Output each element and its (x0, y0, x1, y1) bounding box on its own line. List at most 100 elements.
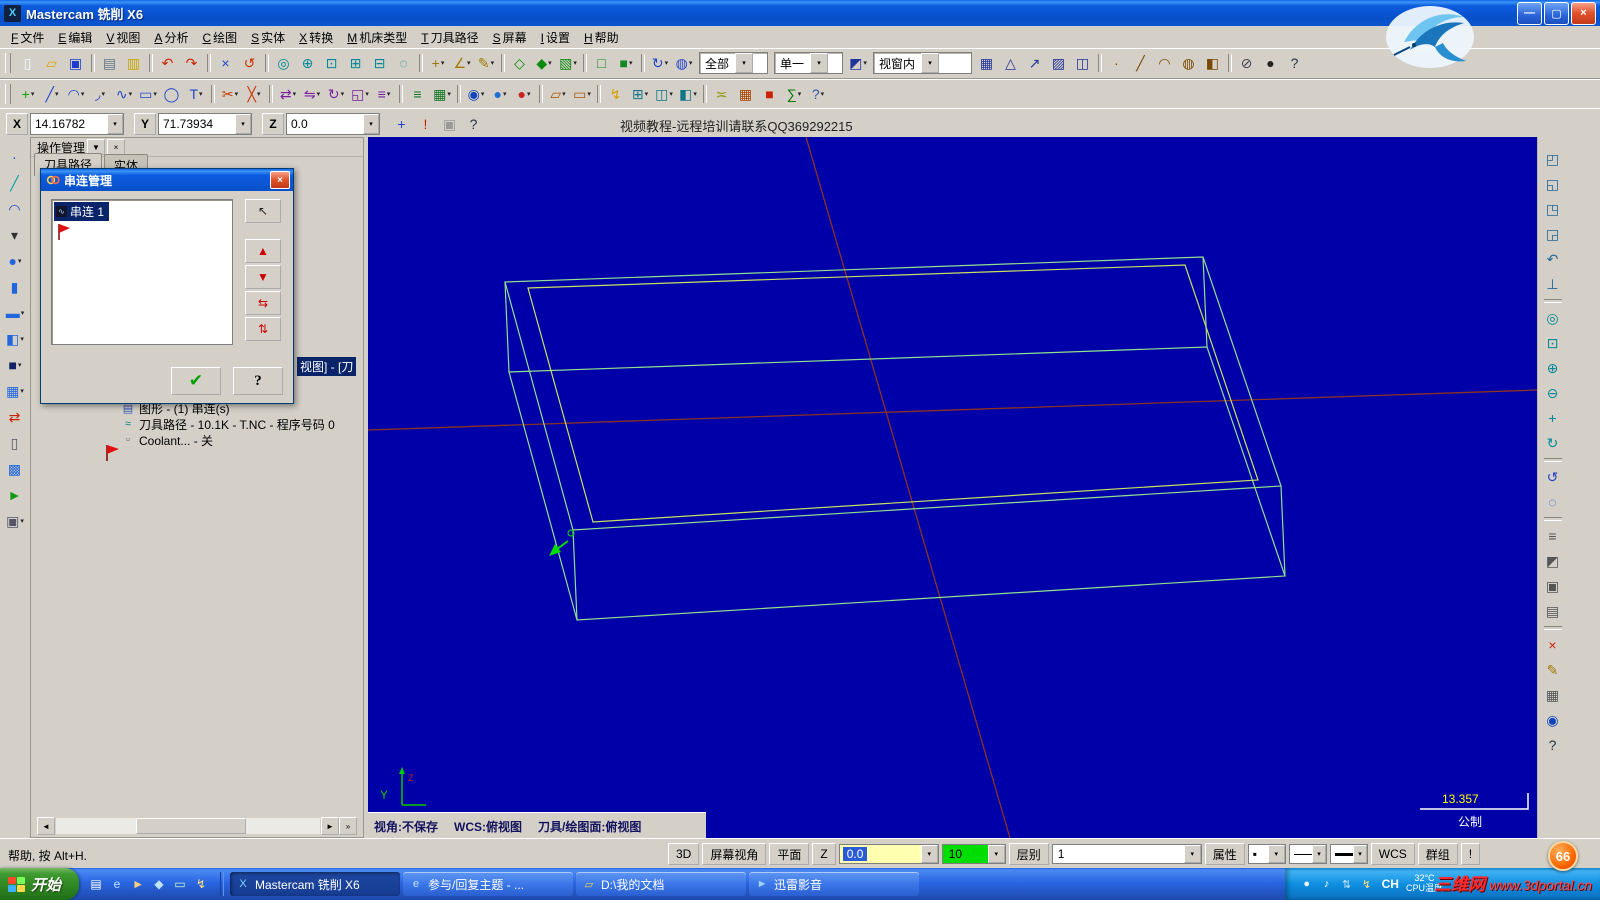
menu-machine-type[interactable]: M 机床类型 (340, 27, 414, 48)
chain-rechain-button[interactable]: ⇅ (245, 317, 281, 341)
chevron-down-icon[interactable]: ▾ (735, 53, 754, 73)
selection-window-combo[interactable]: 视窗内 ▾ (873, 52, 972, 74)
fastpoint-button[interactable]: + (390, 112, 414, 136)
repaint-button[interactable]: ↻ ▾ (648, 51, 672, 75)
point-style-combo[interactable]: ▪ ▾ (1247, 844, 1286, 864)
line-width-combo[interactable]: ▾ (1329, 844, 1368, 864)
plane-front-button[interactable]: ▭ ▾ (570, 82, 594, 106)
chevron-down-icon[interactable]: ▾ (363, 113, 379, 134)
selected-tree-item-partial[interactable]: 视图] - [刀 (297, 357, 357, 376)
chevron-down-icon[interactable]: ▾ (987, 845, 1005, 863)
unzoom-80-button[interactable]: ◌ (392, 51, 416, 75)
tray-qq-icon[interactable]: ● (1299, 876, 1315, 892)
chevron-down-icon[interactable]: ▾ (1267, 845, 1285, 863)
create-line-button[interactable]: ╱ ▾ (40, 82, 64, 106)
scroll-thumb[interactable] (136, 818, 246, 834)
level-field[interactable]: 1 ▾ (1051, 844, 1202, 864)
zoom-out-side-button[interactable]: ⊖ (1541, 381, 1565, 405)
xform-scale-button[interactable]: ◱ ▾ (348, 82, 372, 106)
analyze-side-button[interactable]: ✎ (1541, 658, 1565, 682)
menu-help[interactable]: H 帮助 (577, 27, 626, 48)
gview-previous-button[interactable]: ↶ (1541, 247, 1565, 271)
viewsheets-side-button[interactable]: ▤ (1541, 599, 1565, 623)
expand-tools-button[interactable]: ▾ (3, 223, 27, 247)
chevron-down-icon[interactable]: ▾ (920, 845, 938, 863)
blank-entities-button[interactable]: ◍ ▾ (672, 51, 696, 75)
selection-mask-all-combo[interactable]: 全部 ▾ (699, 52, 768, 74)
start-button[interactable]: 开始 (0, 868, 80, 900)
fly-through-button[interactable]: ► (3, 483, 27, 507)
groups-button[interactable]: 群组 (1417, 843, 1458, 865)
analyze-properties-button[interactable]: ✎ ▾ (474, 51, 498, 75)
gview-normal-button[interactable]: ⊥ (1541, 272, 1565, 296)
select-polygon-button[interactable]: △ (999, 51, 1023, 75)
menu-file[interactable]: F 文件 (4, 27, 51, 48)
wcs-menu-button[interactable]: ⊞ ▾ (628, 82, 652, 106)
menu-analyze[interactable]: A 分析 (147, 27, 195, 48)
surface-plate-button[interactable]: ▬ ▾ (3, 301, 27, 325)
y-coordinate-button[interactable]: Y (134, 112, 156, 135)
undo-button[interactable]: ↶ (156, 51, 180, 75)
chevron-down-icon[interactable]: ▾ (107, 113, 123, 134)
analyze-distance-button[interactable]: ∠ ▾ (450, 51, 474, 75)
level-button[interactable]: 层别 (1008, 843, 1049, 865)
zoom-window-side-button[interactable]: ◎ (1541, 306, 1565, 330)
quicklaunch-media-player[interactable]: ► (129, 875, 147, 893)
create-rectangle-button[interactable]: ▭ ▾ (136, 82, 160, 106)
panel-expand-button[interactable]: » (339, 817, 357, 835)
insert-arrow-marker[interactable] (103, 444, 121, 462)
undelete-button[interactable]: ↺ (238, 51, 262, 75)
chevron-down-icon[interactable]: ▾ (921, 53, 940, 73)
task-my-documents[interactable]: ▱ D:\我的文档 (576, 872, 747, 896)
trim-button[interactable]: ✂ ▾ (218, 82, 242, 106)
scroll-right-button[interactable]: ► (321, 817, 339, 835)
create-ellipse-button[interactable]: ◯ (160, 82, 184, 106)
chain-reverse-button[interactable]: ⇆ (245, 291, 281, 315)
z-coordinate-field[interactable]: 0.0 ▾ (286, 112, 380, 135)
alert-button[interactable]: ! (1460, 843, 1481, 865)
ruler-button[interactable]: ≍ (710, 82, 734, 106)
swap-views-button[interactable]: ⇄ (3, 405, 27, 429)
groups-side-button[interactable]: ▣ (1541, 574, 1565, 598)
task-thunder-player[interactable]: ► 迅雷影音 (749, 872, 920, 896)
line-style-combo[interactable]: ▾ (1288, 844, 1327, 864)
analyze-dynamic-button[interactable]: ↯ (604, 82, 628, 106)
solid-extrude-button[interactable]: ◧ ▾ (3, 327, 27, 351)
solid-primitive-button[interactable]: ■ ▾ (3, 353, 27, 377)
gview-side-button[interactable]: ◳ (1541, 197, 1565, 221)
select-area-button[interactable]: ▨ (1047, 51, 1071, 75)
rotate-side-button[interactable]: ↻ (1541, 431, 1565, 455)
zoom-window-button[interactable]: ◎ (272, 51, 296, 75)
open-file-button[interactable]: ▱ (40, 51, 64, 75)
z-depth-field[interactable]: 0.0 ▾ (838, 844, 939, 864)
document-small-button[interactable]: ▯ (3, 431, 27, 455)
repaint-side-button[interactable]: ↺ (1541, 465, 1565, 489)
create-spline-button[interactable]: ∿ ▾ (112, 82, 136, 106)
tray-thunder-icon[interactable]: ↯ (1359, 876, 1375, 892)
screen-note-button[interactable]: ▥ (122, 51, 146, 75)
plane-button[interactable]: 平面 (769, 843, 810, 865)
scroll-track[interactable] (56, 818, 320, 834)
print-button[interactable]: ▤ (98, 51, 122, 75)
zoom-in-button[interactable]: ⊞ (344, 51, 368, 75)
gview-iso-button[interactable]: ◲ (1541, 222, 1565, 246)
menu-edit[interactable]: E 编辑 (51, 27, 99, 48)
gview-cube-stock-button[interactable]: ▧ ▾ (556, 51, 580, 75)
levels-side-button[interactable]: ≡ (1541, 524, 1565, 548)
zoom-target-button[interactable]: ⊕ (296, 51, 320, 75)
minimize-button[interactable]: — (1517, 1, 1542, 25)
color-swatch-field[interactable]: 10 ▾ (941, 844, 1006, 864)
quick-mask-solids-button[interactable]: ◧ (1201, 51, 1225, 75)
surface-sphere-button[interactable]: ● ▾ (3, 249, 27, 273)
wcs-ribbon-button[interactable]: WCS (1370, 843, 1415, 865)
maximize-button[interactable]: ▢ (1544, 1, 1569, 25)
blank-side-button[interactable]: ◌ (1541, 490, 1565, 514)
clear-selection-button[interactable]: ⊘ (1235, 51, 1259, 75)
select-validate-button[interactable]: ◫ (1071, 51, 1095, 75)
help-side-button[interactable]: ? (1541, 733, 1565, 757)
break-button[interactable]: ╳ ▾ (242, 82, 266, 106)
quick-mask-surfaces-button[interactable]: ◍ (1177, 51, 1201, 75)
new-file-button[interactable]: ▯ (16, 51, 40, 75)
menu-settings[interactable]: I 设置 (534, 27, 577, 48)
zoom-fit-side-button[interactable]: ⊡ (1541, 331, 1565, 355)
